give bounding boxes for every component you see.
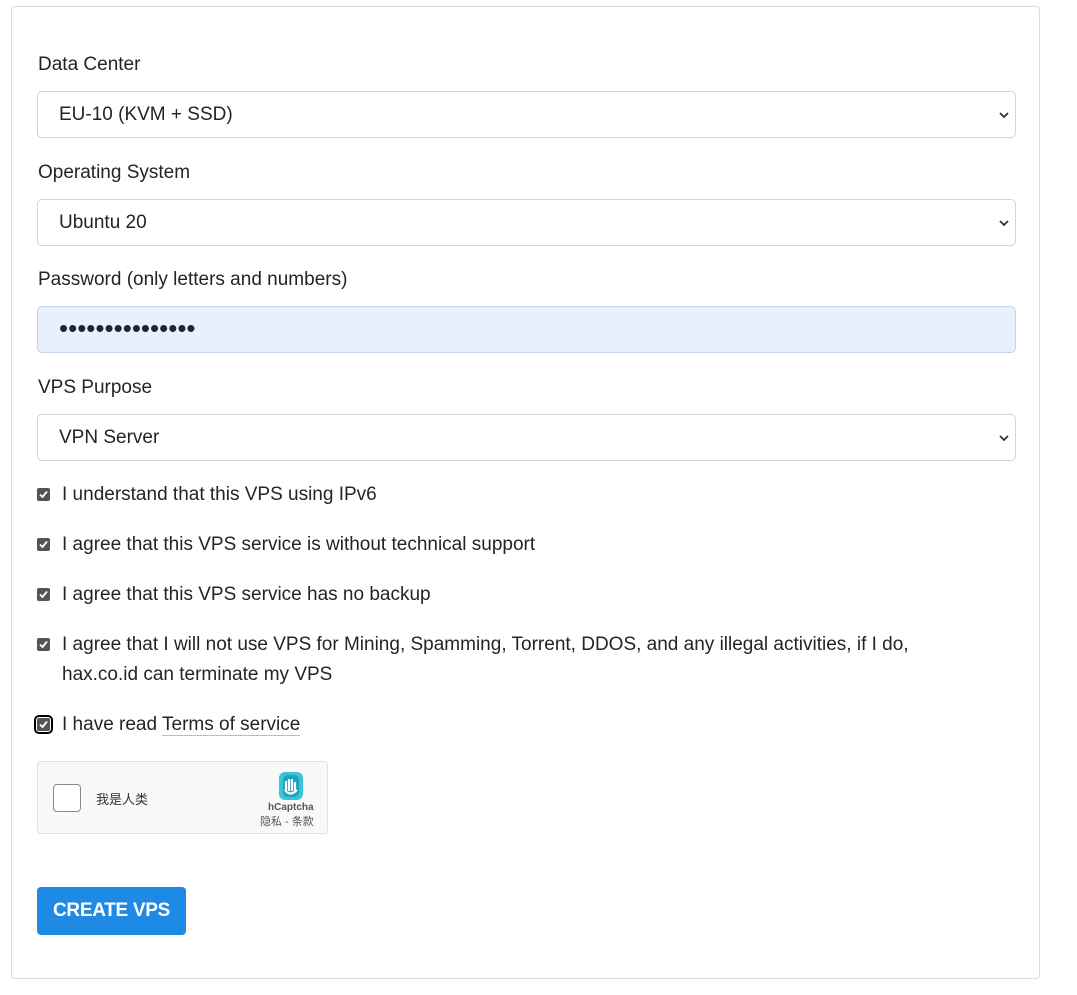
password-label: Password (only letters and numbers) — [38, 269, 348, 290]
checkmark-icon — [39, 720, 48, 729]
vps-purpose-select[interactable]: VPN Server — [37, 414, 1016, 461]
create-vps-button[interactable]: CREATE VPS — [37, 887, 186, 935]
ipv6-checkbox-label: I understand that this VPS using IPv6 — [62, 484, 377, 505]
chevron-down-icon — [999, 220, 1009, 227]
checkmark-icon — [39, 540, 48, 549]
chevron-down-icon — [999, 435, 1009, 442]
operating-system-label: Operating System — [38, 162, 191, 183]
captcha-checkbox[interactable] — [53, 784, 81, 812]
acceptable-use-label-line1: I agree that I will not use VPS for Mini… — [62, 634, 909, 655]
acceptable-use-checkbox[interactable] — [37, 638, 50, 651]
checkmark-icon — [39, 490, 48, 499]
no-backup-checkbox[interactable] — [37, 588, 50, 601]
terms-of-service-link[interactable]: Terms of service — [162, 714, 301, 736]
ipv6-checkbox[interactable] — [37, 488, 50, 501]
checkmark-icon — [39, 590, 48, 599]
operating-system-select[interactable]: Ubuntu 20 — [37, 199, 1016, 246]
no-support-checkbox[interactable] — [37, 538, 50, 551]
captcha-brand: hCaptcha — [268, 802, 314, 813]
operating-system-value: Ubuntu 20 — [59, 212, 147, 233]
hcaptcha-widget: 我是人类 hCaptcha 隐私 - 条款 — [37, 761, 328, 834]
data-center-select[interactable]: EU-10 (KVM + SSD) — [37, 91, 1016, 138]
no-backup-checkbox-label: I agree that this VPS service has no bac… — [62, 584, 431, 605]
chevron-down-icon — [999, 112, 1009, 119]
vps-purpose-value: VPN Server — [59, 427, 160, 448]
hcaptcha-logo-icon — [279, 772, 303, 800]
data-center-label: Data Center — [38, 54, 141, 75]
tos-checkbox-label: I have read Terms of service — [62, 710, 301, 740]
acceptable-use-checkbox-row[interactable]: I agree that I will not use VPS for Mini… — [37, 630, 1017, 690]
vps-purpose-label: VPS Purpose — [38, 377, 153, 398]
tos-prefix-text: I have read — [62, 714, 158, 735]
password-input[interactable]: ••••••••••••••• — [37, 306, 1016, 353]
acceptable-use-label-line2: hax.co.id can terminate my VPS — [62, 664, 333, 685]
checkmark-icon — [39, 640, 48, 649]
password-value: ••••••••••••••• — [59, 313, 196, 343]
captcha-privacy-terms-links[interactable]: 隐私 - 条款 — [260, 813, 314, 829]
tos-checkbox[interactable] — [34, 715, 53, 734]
captcha-label: 我是人类 — [96, 792, 149, 807]
no-support-checkbox-label: I agree that this VPS service is without… — [62, 534, 536, 555]
data-center-value: EU-10 (KVM + SSD) — [59, 104, 233, 125]
